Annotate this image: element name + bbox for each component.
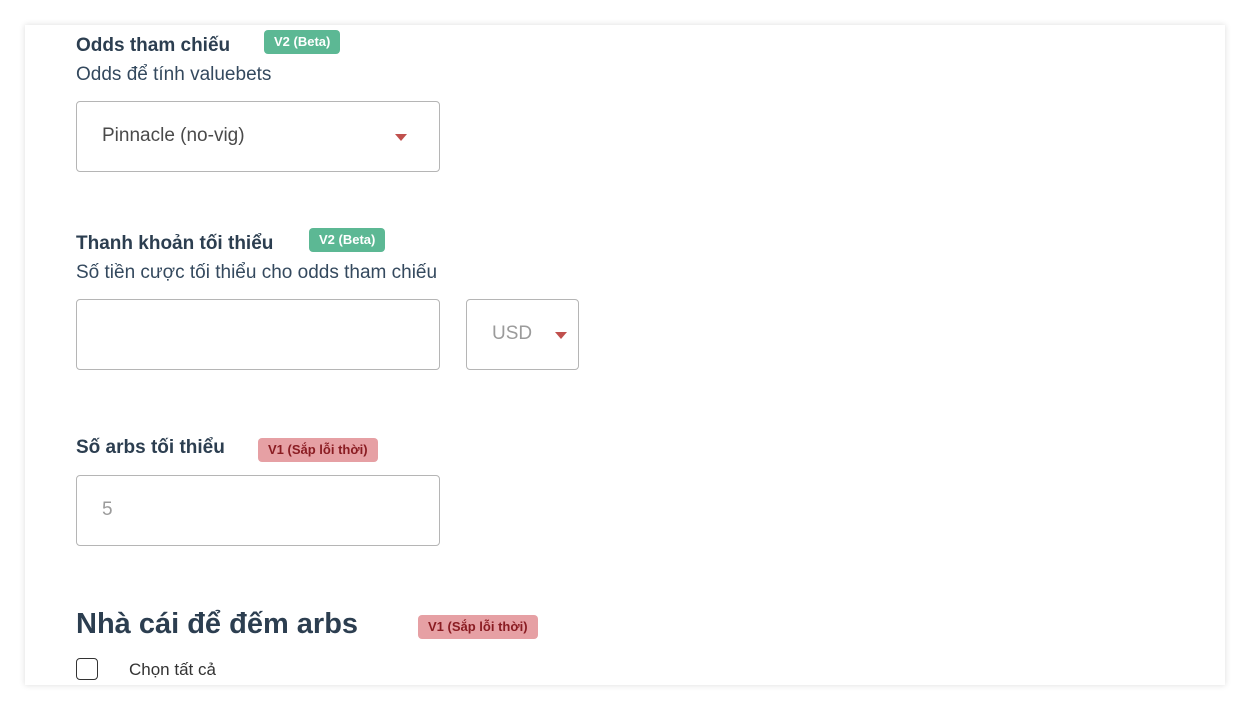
currency-select[interactable]: USD bbox=[466, 299, 579, 370]
caret-down-icon bbox=[395, 134, 407, 141]
reference-odds-select[interactable]: Pinnacle (no-vig) bbox=[76, 101, 440, 172]
min-liquidity-amount-input[interactable] bbox=[76, 299, 440, 370]
bookmakers-section-title: Nhà cái để đếm arbs bbox=[76, 608, 359, 640]
min-liquidity-description: Số tiền cược tối thiểu cho odds tham chi… bbox=[76, 262, 438, 283]
min-arbs-input-placeholder: 5 bbox=[102, 499, 113, 520]
select-all-label[interactable]: Chọn tất cả bbox=[129, 660, 216, 680]
min-liquidity-version-badge: V2 (Beta) bbox=[309, 228, 386, 252]
reference-odds-label: Odds tham chiếu bbox=[76, 35, 231, 56]
currency-select-value: USD bbox=[492, 323, 533, 344]
min-arbs-version-badge: V1 (Sắp lỗi thời) bbox=[258, 438, 378, 462]
min-arbs-input[interactable]: 5 bbox=[76, 475, 440, 546]
bookmakers-version-badge: V1 (Sắp lỗi thời) bbox=[418, 615, 538, 639]
caret-down-icon bbox=[555, 332, 567, 339]
settings-card: Odds tham chiếu V2 (Beta) Odds để tính v… bbox=[25, 25, 1225, 685]
min-arbs-label: Số arbs tối thiểu bbox=[76, 437, 225, 458]
reference-odds-select-value: Pinnacle (no-vig) bbox=[102, 125, 245, 146]
min-liquidity-label: Thanh khoản tối thiểu bbox=[76, 233, 274, 254]
reference-odds-version-badge: V2 (Beta) bbox=[264, 30, 341, 54]
select-all-checkbox[interactable] bbox=[76, 658, 98, 680]
reference-odds-description: Odds để tính valuebets bbox=[76, 64, 272, 85]
